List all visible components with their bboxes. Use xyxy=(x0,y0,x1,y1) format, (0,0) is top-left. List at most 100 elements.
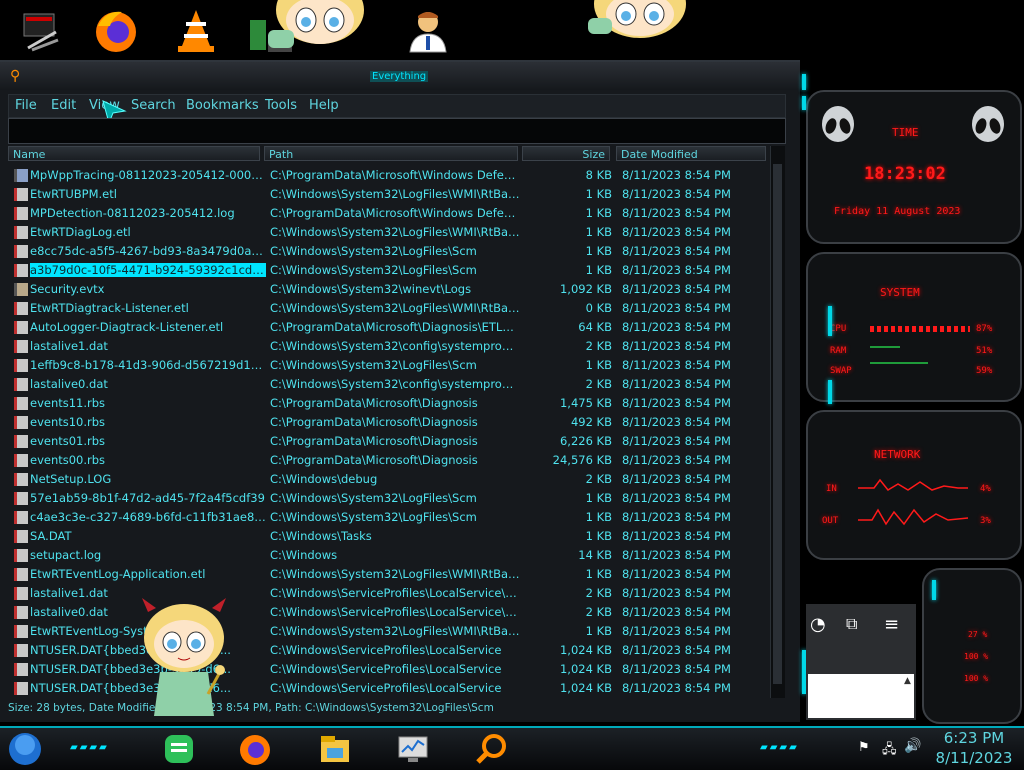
table-row[interactable]: setupact.log C:\Windows 14 KB 8/11/2023 8:5… xyxy=(8,546,768,565)
power-icon[interactable]: ◔ xyxy=(810,614,826,635)
table-row[interactable]: lastalive0.dat C:\Windows\System32\config… xyxy=(8,375,768,394)
table-row[interactable]: events01.rbs C:\ProgramData\Microsoft\Dia… xyxy=(8,432,768,451)
column-path[interactable]: Path xyxy=(264,146,518,161)
desktop-icon-tools[interactable] xyxy=(18,6,66,54)
table-row[interactable]: NTUSER.DAT{bbed3e3b-3249-d6... C:\Windows… xyxy=(8,660,768,679)
menu-edit[interactable]: Edit xyxy=(51,98,76,113)
table-row[interactable]: e8cc75dc-a5f5-4267-bd93-8a3479d0a822 C:\W… xyxy=(8,242,768,261)
cell-size: 2 KB xyxy=(585,377,612,391)
search-input[interactable] xyxy=(8,118,786,144)
table-row[interactable]: EtwRTUBPM.etl C:\Windows\System32\LogFile… xyxy=(8,185,768,204)
file-icon xyxy=(14,454,28,467)
cell-name: EtwRTDiagtrack-Listener.etl xyxy=(30,301,189,315)
date-value: Friday 11 August 2023 xyxy=(834,206,961,217)
net-out-label: OUT xyxy=(822,516,839,526)
cell-name: events10.rbs xyxy=(30,415,106,429)
time-value: 18:23:02 xyxy=(864,164,946,184)
menu-help[interactable]: Help xyxy=(309,98,339,113)
taskbar-file-explorer[interactable] xyxy=(318,732,352,766)
table-row[interactable]: EtwRTEventLog-Application.etl C:\Windows\… xyxy=(8,565,768,584)
file-icon xyxy=(14,416,28,429)
flag-icon[interactable]: ⚑ xyxy=(858,740,870,755)
menu-file[interactable]: File xyxy=(15,98,37,113)
flyout-panel: ◔ ⧉ ≡ ▲ xyxy=(806,604,916,720)
table-row[interactable]: lastalive0.dat C:\Windows\ServiceProfiles… xyxy=(8,603,768,622)
volume-icon[interactable]: 🔊 xyxy=(904,738,921,754)
table-row[interactable]: events10.rbs C:\ProgramData\Microsoft\Dia… xyxy=(8,413,768,432)
taskbar-everything[interactable] xyxy=(474,732,508,766)
table-row[interactable]: SA.DAT C:\Windows\Tasks 1 KB 8/11/2023 8:54… xyxy=(8,527,768,546)
table-row[interactable]: AutoLogger-Diagtrack-Listener.etl C:\Prog… xyxy=(8,318,768,337)
scrollbar-thumb[interactable] xyxy=(773,164,782,684)
table-row[interactable]: EtwRTDiagLog.etl C:\Windows\System32\LogF… xyxy=(8,223,768,242)
cell-name: e8cc75dc-a5f5-4267-bd93-8a3479d0a822 xyxy=(30,244,266,258)
table-row[interactable]: 57e1ab59-8b1f-47d2-ad45-7f2a4f5cdf39 C:\W… xyxy=(8,489,768,508)
column-header: Name Path Size Date Modified xyxy=(8,146,768,162)
table-row[interactable]: NetSetup.LOG C:\Windows\debug 2 KB 8/11/202… xyxy=(8,470,768,489)
start-button[interactable] xyxy=(8,732,42,766)
event-log-icon xyxy=(14,283,28,296)
table-row[interactable]: events11.rbs C:\ProgramData\Microsoft\Dia… xyxy=(8,394,768,413)
table-row[interactable]: a3b79d0c-10f5-4471-b924-59392c1cd4de C:\W… xyxy=(8,261,768,280)
cell-size: 492 KB xyxy=(570,415,612,429)
cell-size: 1 KB xyxy=(585,624,612,638)
menu-bookmarks[interactable]: Bookmarks xyxy=(186,98,259,113)
cell-size: 24,576 KB xyxy=(552,453,612,467)
results-list: MpWppTracing-08112023-205412-00000003-..… xyxy=(8,166,768,698)
table-row[interactable]: c4ae3c3e-c327-4689-b6fd-c11fb31ae88b C:\W… xyxy=(8,508,768,527)
table-row[interactable]: events00.rbs C:\ProgramData\Microsoft\Dia… xyxy=(8,451,768,470)
cell-path: C:\Windows\System32\LogFiles\WMI\RtBacku… xyxy=(270,301,520,315)
system-heading: SYSTEM xyxy=(880,286,920,299)
cell-size: 1,024 KB xyxy=(559,643,612,657)
file-icon xyxy=(14,397,28,410)
table-row[interactable]: MPDetection-08112023-205412.log C:\Progra… xyxy=(8,204,768,223)
desktop-icon-vlc[interactable] xyxy=(172,6,220,54)
cell-name: EtwRTDiagLog.etl xyxy=(30,225,131,239)
menu-tools[interactable]: Tools xyxy=(265,98,297,113)
network-widget: NETWORK IN 4% OUT 3% xyxy=(806,410,1022,560)
table-row[interactable]: Security.evtx C:\Windows\System32\winevt\… xyxy=(8,280,768,299)
desktop-icon-firefox[interactable] xyxy=(92,6,140,54)
taskbar-clock[interactable]: 6:23 PM 8/11/2023 xyxy=(926,728,1022,768)
table-row[interactable]: NTUSER.DAT{bbed3e3b-3249-d6... C:\Windows… xyxy=(8,679,768,698)
chevron-up-icon[interactable]: ▲ xyxy=(904,676,911,686)
table-row[interactable]: NTUSER.DAT{bbed3e3b-3249-d6... C:\Windows… xyxy=(8,641,768,660)
pin-icon[interactable]: ⧉ xyxy=(846,614,857,634)
clock-time: 6:23 PM xyxy=(943,729,1005,747)
cell-name: MPDetection-08112023-205412.log xyxy=(30,206,235,220)
cartoon-character-bottom xyxy=(138,598,230,722)
menu-icon[interactable]: ≡ xyxy=(884,614,899,635)
taskbar-task-manager[interactable] xyxy=(396,732,430,766)
table-row[interactable]: lastalive1.dat C:\Windows\ServiceProfiles… xyxy=(8,584,768,603)
cell-date: 8/11/2023 8:54 PM xyxy=(622,415,731,429)
window-title: Everything xyxy=(370,71,429,82)
table-row[interactable]: EtwRTDiagtrack-Listener.etl C:\Windows\Sy… xyxy=(8,299,768,318)
table-row[interactable]: EtwRTEventLog-System.etl C:\Windows\Syste… xyxy=(8,622,768,641)
table-row[interactable]: 1effb9c8-b178-41d3-906d-d567219d1b46 C:\W… xyxy=(8,356,768,375)
net-in-value: 4% xyxy=(980,484,991,494)
cell-name: events11.rbs xyxy=(30,396,106,410)
menu-search[interactable]: Search xyxy=(131,98,176,113)
cell-size: 2 KB xyxy=(585,586,612,600)
taskbar-firefox[interactable] xyxy=(238,732,272,766)
cell-date: 8/11/2023 8:54 PM xyxy=(622,358,731,372)
column-name[interactable]: Name xyxy=(8,146,260,161)
network-icon[interactable]: 🖧 xyxy=(882,740,897,762)
table-row[interactable]: MpWppTracing-08112023-205412-00000003-..… xyxy=(8,166,768,185)
table-row[interactable]: lastalive1.dat C:\Windows\System32\config… xyxy=(8,337,768,356)
vertical-scrollbar[interactable] xyxy=(770,146,785,698)
cell-name: 57e1ab59-8b1f-47d2-ad45-7f2a4f5cdf39 xyxy=(30,491,265,505)
cell-path: C:\ProgramData\Microsoft\Windows Defende… xyxy=(270,206,520,220)
desktop-icon-doctor[interactable] xyxy=(404,6,452,54)
column-size[interactable]: Size xyxy=(522,146,610,161)
taskbar-sticky-notes[interactable] xyxy=(162,732,196,766)
title-bar[interactable]: ⚲ Everything xyxy=(0,62,800,90)
cell-name: setupact.log xyxy=(30,548,102,562)
time-widget: TIME 18:23:02 Friday 11 August 2023 xyxy=(806,90,1022,244)
accent-bar xyxy=(802,74,806,90)
cell-name: SA.DAT xyxy=(30,529,72,543)
cell-size: 1 KB xyxy=(585,358,612,372)
cell-date: 8/11/2023 8:54 PM xyxy=(622,491,731,505)
cell-size: 2 KB xyxy=(585,339,612,353)
column-date-modified[interactable]: Date Modified xyxy=(616,146,766,161)
